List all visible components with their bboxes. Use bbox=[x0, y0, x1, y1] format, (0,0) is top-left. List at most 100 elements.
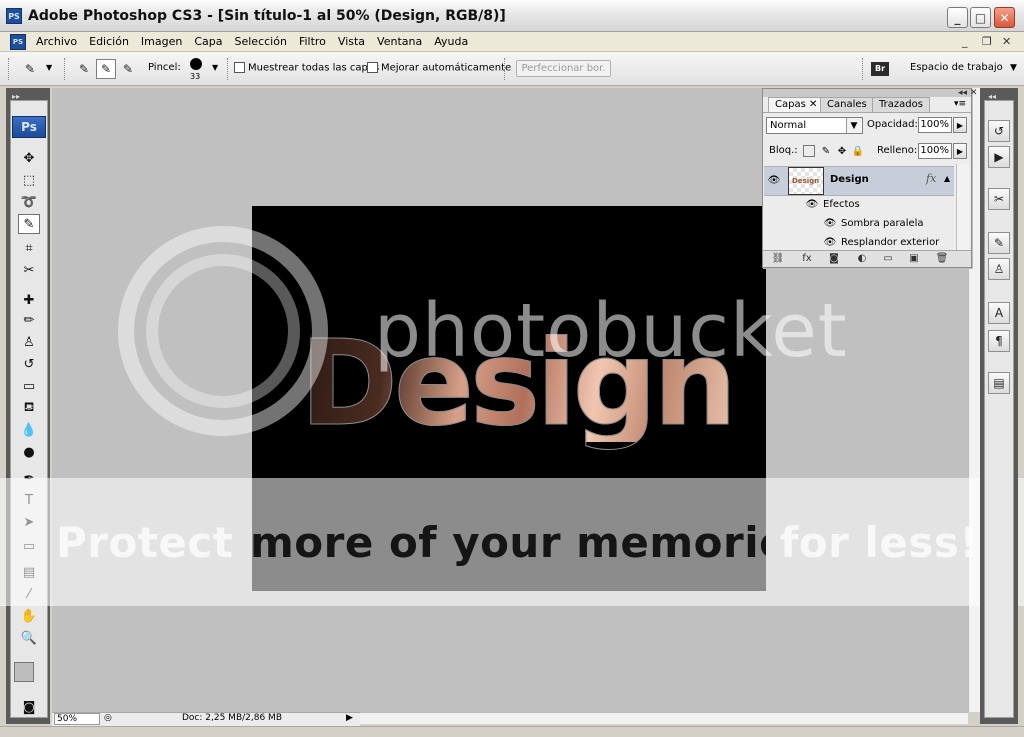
brush-chevron-down-icon[interactable]: ▼ bbox=[212, 63, 218, 72]
maximize-button[interactable]: □ bbox=[970, 7, 991, 28]
menu-seleccion[interactable]: Selección bbox=[229, 35, 293, 49]
horizontal-scrollbar[interactable] bbox=[360, 712, 968, 724]
tool-presets-icon[interactable]: ✂ bbox=[988, 188, 1010, 210]
move-tool-icon[interactable]: ✥ bbox=[18, 148, 40, 168]
minimize-button[interactable]: _ bbox=[947, 7, 968, 28]
opacity-input[interactable]: 100% bbox=[918, 117, 952, 133]
drop-shadow-eye-icon[interactable]: 👁 bbox=[823, 216, 837, 230]
ps-logo[interactable]: Ps bbox=[12, 116, 46, 138]
menu-filtro[interactable]: Filtro bbox=[293, 35, 332, 49]
lock-pixels-icon[interactable]: ✎ bbox=[820, 145, 832, 157]
brush-tool-icon[interactable]: ✏ bbox=[18, 310, 40, 330]
sample-all-layers-checkbox[interactable]: Muestrear todas las capas bbox=[234, 62, 379, 74]
fill-slider-arrow-icon[interactable]: ▶ bbox=[953, 143, 967, 159]
layers-scrollbar[interactable] bbox=[956, 164, 969, 250]
doc-restore-button[interactable]: ❐ bbox=[982, 35, 992, 48]
slice-tool-icon[interactable]: ✂ bbox=[18, 260, 40, 280]
checkbox-box-2[interactable] bbox=[367, 62, 378, 73]
layer-thumbnail[interactable]: Design bbox=[788, 167, 824, 195]
app-icon[interactable]: PS bbox=[6, 8, 22, 24]
layer-fx-icon[interactable]: fx bbox=[926, 172, 936, 185]
new-selection-icon[interactable]: ✎ bbox=[74, 59, 94, 79]
add-mask-icon[interactable]: ◙ bbox=[827, 252, 841, 265]
new-layer-icon[interactable]: ▣ bbox=[907, 252, 921, 265]
status-menu-arrow-icon[interactable]: ▶ bbox=[346, 713, 353, 723]
menu-vista[interactable]: Vista bbox=[332, 35, 371, 49]
actions-icon[interactable]: ▶ bbox=[988, 146, 1010, 168]
menu-imagen[interactable]: Imagen bbox=[135, 35, 188, 49]
checkbox-box[interactable] bbox=[234, 62, 245, 73]
tab-trazados[interactable]: Trazados bbox=[872, 97, 930, 113]
panel-menu-icon[interactable]: ▾≡ bbox=[954, 99, 966, 109]
layer-thumbnail-text: Design bbox=[792, 177, 820, 185]
brush-preview-icon[interactable] bbox=[190, 58, 202, 70]
crop-tool-icon[interactable]: ⌗ bbox=[18, 238, 40, 258]
tab-capas[interactable]: Capas ✕ bbox=[768, 97, 825, 113]
character-icon[interactable]: A bbox=[988, 302, 1010, 324]
new-group-icon[interactable]: ▭ bbox=[881, 252, 895, 265]
layers-panel-collapse-icon[interactable]: ◂◂ ✕ bbox=[958, 88, 977, 98]
history-icon[interactable]: ↺ bbox=[988, 120, 1010, 142]
refine-edge-button[interactable]: Perfeccionar bor. bbox=[516, 60, 611, 77]
workspace-chevron-icon[interactable]: ▼ bbox=[1010, 63, 1017, 73]
effect-drop-shadow[interactable]: Sombra paralela bbox=[841, 218, 924, 229]
add-style-icon[interactable]: fx bbox=[800, 252, 814, 265]
healing-brush-icon[interactable]: ✚ bbox=[18, 290, 40, 310]
tab-canales[interactable]: Canales bbox=[820, 97, 874, 113]
effects-expand-icon[interactable]: ▲ bbox=[944, 174, 950, 183]
menu-capa[interactable]: Capa bbox=[188, 35, 228, 49]
lock-transparency-icon[interactable] bbox=[803, 145, 815, 157]
menu-archivo[interactable]: Archivo bbox=[30, 35, 83, 49]
options-grip[interactable] bbox=[8, 58, 11, 80]
blur-tool-icon[interactable]: 💧 bbox=[18, 420, 40, 440]
quick-mask-icon[interactable]: ◙ bbox=[18, 697, 40, 717]
fill-input[interactable]: 100% bbox=[918, 143, 952, 159]
clone-stamp-icon[interactable]: ♙ bbox=[18, 332, 40, 352]
brushes-icon[interactable]: ✎ bbox=[988, 232, 1010, 254]
blend-mode-chevron-icon[interactable]: ▼ bbox=[846, 118, 861, 133]
effect-outer-glow[interactable]: Resplandor exterior bbox=[841, 237, 939, 248]
auto-enhance-checkbox[interactable]: Mejorar automáticamente bbox=[367, 62, 511, 74]
layer-visibility-eye-icon[interactable]: 👁 bbox=[767, 173, 781, 187]
lasso-tool-icon[interactable]: ➰ bbox=[18, 192, 40, 212]
layer-comps-icon[interactable]: ▤ bbox=[988, 372, 1010, 394]
add-to-selection-icon[interactable]: ✎ bbox=[96, 59, 116, 79]
effects-eye-icon[interactable]: 👁 bbox=[805, 197, 819, 211]
document-icon[interactable]: PS bbox=[10, 34, 26, 50]
zoom-tool-icon[interactable]: 🔍 bbox=[18, 628, 40, 648]
close-button[interactable]: ✕ bbox=[994, 7, 1015, 28]
paint-bucket-icon[interactable]: ⛾ bbox=[18, 398, 40, 418]
dodge-tool-icon[interactable]: ● bbox=[18, 442, 40, 462]
layers-panel-titlebar[interactable] bbox=[763, 89, 971, 97]
lock-all-icon[interactable]: 🔒 bbox=[852, 145, 864, 157]
adjustment-layer-icon[interactable]: ◐ bbox=[855, 252, 869, 265]
doc-close-button[interactable]: ✕ bbox=[1002, 35, 1011, 48]
bridge-icon[interactable]: Br bbox=[868, 58, 892, 80]
layer-name[interactable]: Design bbox=[830, 174, 869, 185]
sample-all-layers-label: Muestrear todas las capas bbox=[248, 62, 380, 74]
paragraph-icon[interactable]: ¶ bbox=[988, 330, 1010, 352]
doc-minimize-button[interactable]: _ bbox=[962, 35, 968, 48]
menu-ayuda[interactable]: Ayuda bbox=[428, 35, 474, 49]
link-layers-icon[interactable]: ⛓ bbox=[771, 252, 785, 265]
zoom-field[interactable]: 50% bbox=[54, 713, 100, 725]
marquee-tool-icon[interactable]: ⬚ bbox=[18, 170, 40, 190]
outer-glow-eye-icon[interactable]: 👁 bbox=[823, 235, 837, 249]
status-info-icon[interactable]: ◎ bbox=[104, 713, 112, 723]
menu-ventana[interactable]: Ventana bbox=[371, 35, 428, 49]
workspace-menu[interactable]: Espacio de trabajo ▼ bbox=[910, 62, 1017, 73]
delete-layer-icon[interactable]: 🗑 bbox=[935, 252, 949, 265]
foreground-color-swatch[interactable] bbox=[14, 662, 34, 682]
tool-preset-picker-icon[interactable]: ✎ bbox=[20, 59, 40, 79]
hand-tool-icon[interactable]: ✋ bbox=[18, 606, 40, 626]
subtract-from-selection-icon[interactable]: ✎ bbox=[118, 59, 138, 79]
menu-edicion[interactable]: Edición bbox=[83, 35, 135, 49]
opacity-slider-arrow-icon[interactable]: ▶ bbox=[953, 117, 967, 133]
eraser-tool-icon[interactable]: ▭ bbox=[18, 376, 40, 396]
chevron-down-icon[interactable]: ▼ bbox=[46, 63, 52, 72]
clone-source-icon[interactable]: ♙ bbox=[988, 258, 1010, 280]
lock-position-icon[interactable]: ✥ bbox=[836, 145, 848, 157]
history-brush-icon[interactable]: ↺ bbox=[18, 354, 40, 374]
quick-selection-tool-icon[interactable]: ✎ bbox=[18, 214, 40, 234]
lock-label: Bloq.: bbox=[769, 145, 798, 156]
